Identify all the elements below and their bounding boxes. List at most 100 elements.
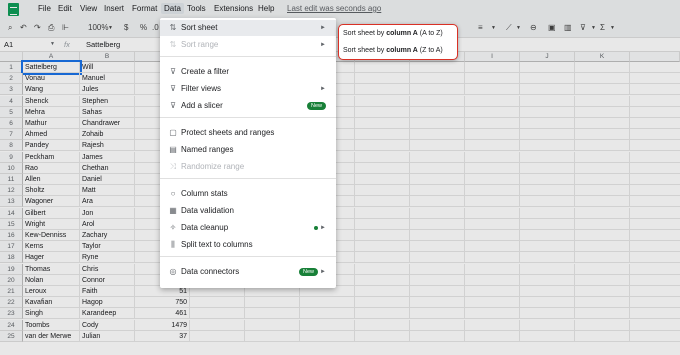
table-cell[interactable] [355, 162, 410, 174]
table-cell[interactable] [300, 319, 355, 331]
table-cell[interactable] [520, 62, 575, 73]
table-cell[interactable] [520, 218, 575, 230]
menu-item-column-stats[interactable]: ○ Column stats [160, 186, 336, 202]
table-cell[interactable] [520, 162, 575, 174]
table-cell[interactable] [355, 241, 410, 253]
table-cell[interactable] [520, 297, 575, 309]
row-header[interactable]: 22 [0, 297, 23, 309]
table-cell[interactable]: Arol [80, 218, 135, 230]
table-cell[interactable] [520, 319, 575, 331]
table-cell[interactable]: Zachary [80, 230, 135, 241]
table-cell[interactable] [355, 308, 410, 320]
menu-item-randomize-range[interactable]: ⤨ Randomize range [160, 159, 336, 175]
menu-view[interactable]: View [80, 4, 97, 13]
row-header[interactable]: 12 [0, 185, 23, 197]
table-cell[interactable] [190, 319, 245, 331]
table-cell[interactable] [630, 163, 680, 174]
table-cell[interactable] [355, 185, 410, 197]
table-cell[interactable] [575, 319, 630, 331]
table-cell[interactable] [465, 252, 520, 264]
table-cell[interactable] [465, 274, 520, 286]
table-cell[interactable] [355, 62, 410, 73]
table-cell[interactable] [355, 106, 410, 118]
table-cell[interactable] [245, 319, 300, 331]
table-cell[interactable] [245, 297, 300, 309]
table-cell[interactable]: Ryne [80, 252, 135, 264]
table-cell[interactable] [520, 129, 575, 141]
table-cell[interactable]: Gilbert [23, 207, 80, 219]
table-cell[interactable] [630, 320, 680, 331]
row-header[interactable]: 18 [0, 252, 23, 264]
name-box[interactable]: A1 [4, 40, 13, 49]
table-cell[interactable] [575, 73, 630, 85]
row-header[interactable]: 19 [0, 263, 23, 275]
table-cell[interactable] [630, 308, 680, 320]
table-cell[interactable] [630, 196, 680, 208]
column-header[interactable]: I [465, 52, 520, 62]
table-cell[interactable] [575, 297, 630, 309]
table-cell[interactable] [355, 196, 410, 208]
table-cell[interactable] [410, 129, 465, 141]
table-cell[interactable] [520, 252, 575, 264]
search-menus-icon[interactable]: ⌕ [8, 23, 12, 33]
table-cell[interactable] [630, 118, 680, 129]
table-cell[interactable]: Kew-Denniss [23, 230, 80, 241]
table-cell[interactable] [575, 106, 630, 118]
table-cell[interactable] [520, 174, 575, 185]
table-cell[interactable]: van der Merwe [23, 330, 80, 342]
table-cell[interactable] [410, 84, 465, 96]
table-cell[interactable] [355, 218, 410, 230]
table-cell[interactable]: Jules [80, 84, 135, 96]
table-cell[interactable]: Chandrawer [80, 118, 135, 129]
table-cell[interactable] [630, 96, 680, 107]
row-header[interactable]: 11 [0, 174, 23, 185]
table-cell[interactable] [575, 218, 630, 230]
menu-file[interactable]: File [38, 4, 51, 13]
menu-item-sort-sheet[interactable]: ⇅ Sort sheet ► [160, 20, 336, 36]
chevron-down-icon[interactable]: ▼ [591, 25, 596, 31]
print-icon[interactable]: ⎙ [48, 23, 54, 33]
table-cell[interactable] [520, 330, 575, 342]
table-cell[interactable]: Rajesh [80, 140, 135, 152]
table-cell[interactable] [575, 151, 630, 163]
row-header[interactable]: 9 [0, 151, 23, 163]
table-cell[interactable] [630, 208, 680, 219]
percent-format-button[interactable]: % [140, 23, 147, 32]
table-cell[interactable] [355, 84, 410, 96]
table-cell[interactable] [520, 106, 575, 118]
table-cell[interactable] [410, 218, 465, 230]
table-cell[interactable] [410, 73, 465, 85]
chevron-down-icon[interactable]: ▼ [50, 41, 55, 47]
table-cell[interactable] [465, 151, 520, 163]
table-cell[interactable]: Wagoner [23, 196, 80, 208]
table-cell[interactable] [300, 308, 355, 320]
table-cell[interactable] [355, 263, 410, 275]
formula-input[interactable]: Sattelberg [86, 40, 120, 49]
table-cell[interactable]: Mathur [23, 118, 80, 129]
currency-format-button[interactable]: $ [124, 23, 128, 32]
menu-help[interactable]: Help [258, 4, 274, 13]
table-cell[interactable] [465, 196, 520, 208]
table-cell[interactable] [630, 297, 680, 309]
table-cell[interactable]: Daniel [80, 174, 135, 185]
table-cell[interactable] [575, 118, 630, 129]
table-cell[interactable] [575, 230, 630, 241]
chevron-down-icon[interactable]: ▼ [491, 25, 496, 31]
table-cell[interactable]: Peckham [23, 151, 80, 163]
paint-format-icon[interactable]: ⊩ [62, 23, 69, 32]
table-cell[interactable] [575, 140, 630, 152]
column-header[interactable] [630, 52, 680, 62]
table-cell[interactable] [520, 196, 575, 208]
row-header[interactable]: 4 [0, 95, 23, 107]
table-cell[interactable] [355, 118, 410, 129]
table-cell[interactable] [520, 230, 575, 241]
table-cell[interactable] [465, 185, 520, 197]
chevron-down-icon[interactable]: ▼ [516, 25, 521, 31]
menu-item-protect-sheets[interactable]: ▢ Protect sheets and ranges [160, 125, 336, 141]
table-cell[interactable]: Rao [23, 162, 80, 174]
table-cell[interactable] [520, 241, 575, 253]
column-header[interactable]: B [80, 52, 135, 62]
table-cell[interactable] [355, 274, 410, 286]
table-cell[interactable] [520, 185, 575, 197]
table-cell[interactable] [355, 207, 410, 219]
